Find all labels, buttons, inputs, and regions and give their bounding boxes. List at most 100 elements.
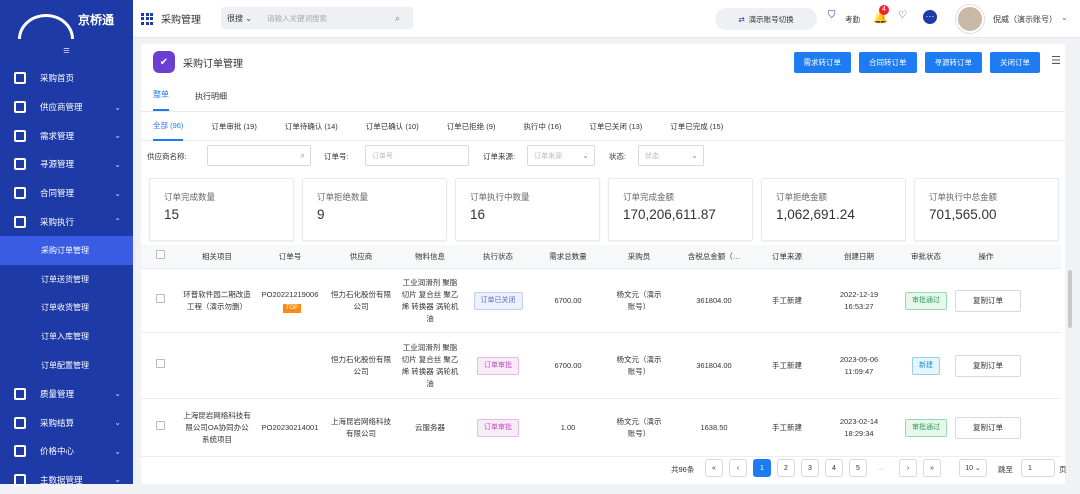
cell-order-no[interactable]: PO20221219006 TOP: [255, 289, 325, 313]
status-badge: 订单已关闭: [473, 291, 523, 310]
col-qty: 需求总数量: [549, 251, 587, 261]
tab-execution-detail[interactable]: 执行明细: [195, 91, 227, 111]
collapse-menu-icon[interactable]: ≡: [0, 38, 133, 64]
sidebar-item-quality[interactable]: 质量管理 ⌄: [0, 380, 133, 409]
tab-approval[interactable]: 订单审批 (19): [211, 112, 256, 141]
tab-pending-confirm[interactable]: 订单待确认 (14): [285, 112, 338, 141]
page-1[interactable]: 1: [753, 459, 771, 477]
sidebar-item-sourcing[interactable]: 寻源管理 ⌄: [0, 150, 133, 179]
cell-material: 工业润滑剂 聚脂切片 复合丝 聚乙烯 转换器 涡轮机油: [401, 277, 459, 323]
username[interactable]: 倪威（演示账号）: [993, 14, 1057, 25]
goto-page-input[interactable]: 1: [1021, 459, 1055, 477]
status-placeholder: 状态: [645, 152, 659, 160]
demo-switch-label: 演示账号切换: [748, 14, 794, 24]
badge-icon[interactable]: ♡: [898, 10, 907, 21]
sidebar-item-contract[interactable]: 合同管理 ⌄: [0, 179, 133, 208]
sidebar-sub-config[interactable]: 订单配置管理: [0, 351, 133, 380]
sidebar-sub-receipt[interactable]: 订单收货管理: [0, 294, 133, 323]
home-icon: [14, 72, 26, 85]
tab-completed[interactable]: 订单已完成 (15): [670, 112, 723, 141]
sidebar-sub-warehousing[interactable]: 订单入库管理: [0, 322, 133, 351]
row-checkbox[interactable]: [155, 359, 165, 368]
page-3[interactable]: 3: [801, 459, 819, 477]
sidebar: 京桥通 ≡ 采购首页 供应商管理 ⌄ 需求管理 ⌄ 寻源管理 ⌄ 合同管理 ⌄ 采购执行…: [0, 0, 133, 486]
cell-source: 手工新建: [772, 422, 802, 432]
tab-closed[interactable]: 订单已关闭 (13): [589, 112, 642, 141]
tab-rejected[interactable]: 订单已拒绝 (9): [447, 112, 496, 141]
cell-date: 2023-02-14 18:29:34: [839, 416, 879, 438]
select-all-checkbox[interactable]: [155, 250, 165, 259]
sidebar-item-settlement[interactable]: 采购结算 ⌄: [0, 408, 133, 437]
search-input[interactable]: 请输入关键词搜索: [261, 13, 395, 24]
chevron-up-icon: ⌃: [114, 217, 121, 227]
close-order-button[interactable]: 关闭订单: [990, 52, 1040, 73]
search-scope-select[interactable]: 很搜 ⌄: [221, 13, 261, 24]
row-checkbox[interactable]: [155, 421, 165, 430]
page-2[interactable]: 2: [777, 459, 795, 477]
attendance-link[interactable]: 考勤: [845, 14, 860, 25]
supplier-input[interactable]: ⌕: [207, 145, 311, 166]
sidebar-item-demand[interactable]: 需求管理 ⌄: [0, 121, 133, 150]
first-page-icon[interactable]: «: [705, 459, 723, 477]
avatar[interactable]: [956, 5, 984, 33]
sidebar-item-supplier[interactable]: 供应商管理 ⌄: [0, 93, 133, 122]
col-date: 创建日期: [844, 251, 874, 261]
chevron-down-icon[interactable]: ⌄: [1061, 13, 1068, 22]
sidebar-item-masterdata[interactable]: 主数据管理 ⌄: [0, 466, 133, 494]
chevron-down-icon: ⌄: [582, 151, 589, 160]
order-no-input[interactable]: 订单号: [365, 145, 469, 166]
page-size-select[interactable]: 10 ⌄: [959, 459, 987, 477]
tab-confirmed[interactable]: 订单已确认 (10): [366, 112, 419, 141]
scrollbar[interactable]: [1068, 270, 1072, 328]
page-4[interactable]: 4: [825, 459, 843, 477]
tab-all[interactable]: 全部 (96): [153, 112, 184, 141]
approval-badge: 审批通过: [905, 418, 947, 437]
status-select[interactable]: 状态 ⌄: [638, 145, 704, 166]
more-dots-icon[interactable]: ···: [923, 10, 937, 24]
stat-card: 订单执行中总金额 701,565.00: [914, 178, 1059, 241]
apps-grid-icon[interactable]: [141, 12, 153, 25]
demand-to-order-button[interactable]: 需求转订单: [793, 52, 851, 73]
sidebar-sub-purchase-order[interactable]: 采购订单管理: [0, 236, 133, 265]
order-no-placeholder: 订单号: [372, 152, 393, 160]
demo-account-switch-button[interactable]: ⇄ 演示账号切换: [715, 8, 817, 30]
copy-order-button[interactable]: 复制订单: [955, 289, 1021, 312]
stat-label: 订单完成金额: [623, 192, 675, 202]
copy-order-button[interactable]: 复制订单: [955, 354, 1021, 377]
sidebar-item-label: 寻源管理: [40, 159, 75, 170]
contract-to-order-button[interactable]: 合同转订单: [859, 52, 917, 73]
cell-order-no[interactable]: PO20230214001: [255, 422, 325, 434]
sidebar-item-execution[interactable]: 采购执行 ⌃: [0, 207, 133, 236]
price-icon: [14, 445, 26, 458]
logo[interactable]: 京桥通: [0, 0, 133, 39]
table-row[interactable]: 上海昆岩网络科技有限公司OA协同办公系统项目 PO20230214001 上海昆…: [141, 399, 1061, 457]
list-menu-icon[interactable]: ☰: [1051, 54, 1061, 67]
copy-order-button[interactable]: 复制订单: [955, 416, 1021, 439]
table-row[interactable]: 环普软件园二期改造工程（演示勿删） PO20221219006 TOP 恒力石化股…: [141, 269, 1061, 333]
page-5[interactable]: 5: [849, 459, 867, 477]
sidebar-item-home[interactable]: 采购首页: [0, 64, 133, 93]
next-page-icon[interactable]: ›: [899, 459, 917, 477]
cell-source: 手工新建: [772, 295, 802, 305]
search-icon[interactable]: ⌕: [395, 13, 413, 24]
prev-page-icon[interactable]: ‹: [729, 459, 747, 477]
row-checkbox[interactable]: [155, 294, 165, 303]
chevron-down-icon: ⌄: [114, 131, 121, 141]
sidebar-item-price[interactable]: 价格中心 ⌄: [0, 437, 133, 466]
filter-icon[interactable]: ⛉: [828, 10, 836, 21]
cell-qty: 1.00: [560, 422, 576, 432]
source-select[interactable]: 订单来源 ⌄: [527, 145, 595, 166]
order-check-icon: ✔: [153, 51, 175, 73]
last-page-icon[interactable]: »: [923, 459, 941, 477]
col-operation: 操作: [978, 251, 994, 261]
table-row[interactable]: 恒力石化股份有限公司 工业润滑剂 聚脂切片 复合丝 聚乙烯 转换器 涡轮机油 订…: [141, 333, 1061, 399]
stat-value: 701,565.00: [929, 207, 997, 222]
status-badge: 订单审批: [477, 356, 519, 375]
chevron-down-icon: ⌄: [114, 446, 121, 456]
cell-approval: 审批通过: [897, 418, 955, 437]
sourcing-to-order-button[interactable]: 寻源转订单: [924, 52, 982, 73]
tab-whole-order[interactable]: 整单: [153, 89, 169, 111]
sidebar-sub-delivery[interactable]: 订单送货管理: [0, 265, 133, 294]
cell-project: 上海昆岩网络科技有限公司OA协同办公系统项目: [183, 410, 251, 444]
tab-executing[interactable]: 执行中 (16): [523, 112, 561, 141]
